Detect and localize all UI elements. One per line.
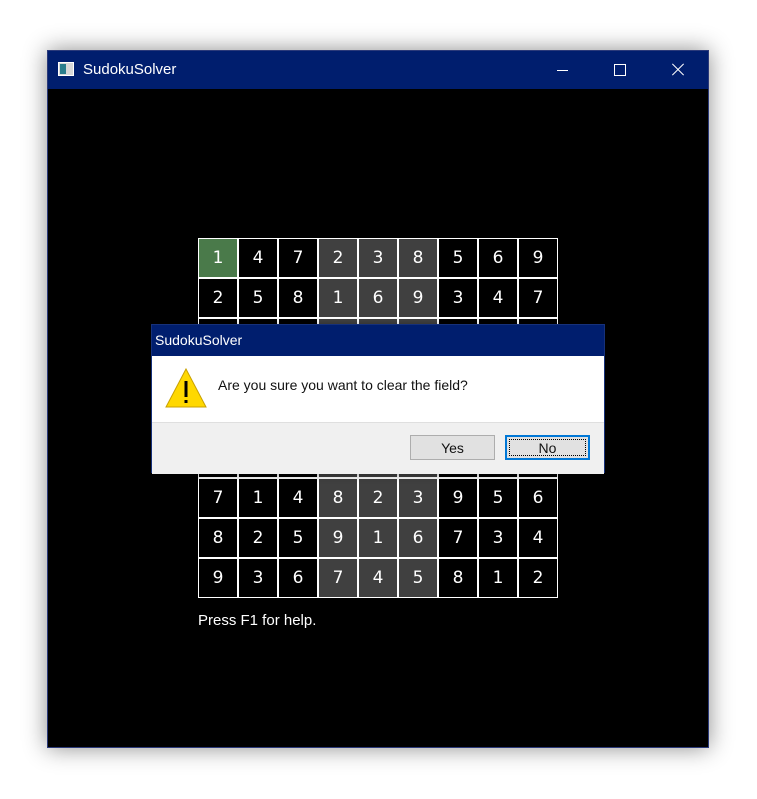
sudoku-cell-r1-c2[interactable]: 4 [238,238,278,278]
sudoku-cell-r2-c6[interactable]: 9 [398,278,438,318]
maximize-button[interactable] [597,51,643,89]
sudoku-cell-r1-c8[interactable]: 6 [478,238,518,278]
yes-button[interactable]: Yes [410,435,495,460]
sudoku-cell-r7-c3[interactable]: 4 [278,478,318,518]
sudoku-cell-r8-c8[interactable]: 3 [478,518,518,558]
sudoku-cell-r7-c7[interactable]: 9 [438,478,478,518]
sudoku-cell-r2-c2[interactable]: 5 [238,278,278,318]
sudoku-cell-r1-c5[interactable]: 3 [358,238,398,278]
sudoku-cell-r7-c2[interactable]: 1 [238,478,278,518]
close-button[interactable] [655,51,701,89]
sudoku-cell-r8-c3[interactable]: 5 [278,518,318,558]
sudoku-cell-r9-c3[interactable]: 6 [278,558,318,598]
confirm-dialog: SudokuSolver Are you sure you want to cl… [151,324,605,474]
sudoku-cell-r2-c8[interactable]: 4 [478,278,518,318]
minimize-button[interactable] [539,51,585,89]
sudoku-cell-r7-c4[interactable]: 8 [318,478,358,518]
app-icon [58,62,74,76]
sudoku-cell-r9-c8[interactable]: 1 [478,558,518,598]
sudoku-cell-r2-c7[interactable]: 3 [438,278,478,318]
sudoku-cell-r2-c9[interactable]: 7 [518,278,558,318]
sudoku-cell-r2-c5[interactable]: 6 [358,278,398,318]
close-icon [672,64,684,76]
sudoku-cell-r8-c6[interactable]: 6 [398,518,438,558]
sudoku-cell-r1-c9[interactable]: 9 [518,238,558,278]
sudoku-cell-r7-c1[interactable]: 7 [198,478,238,518]
focus-rect [509,439,586,456]
window-title: SudokuSolver [83,61,177,78]
sudoku-cell-r2-c3[interactable]: 8 [278,278,318,318]
sudoku-cell-r9-c9[interactable]: 2 [518,558,558,598]
warning-icon [165,367,207,408]
maximize-icon [614,64,626,76]
sudoku-cell-r1-c3[interactable]: 7 [278,238,318,278]
sudoku-cell-r2-c1[interactable]: 2 [198,278,238,318]
dialog-title: SudokuSolver [155,332,243,348]
sudoku-cell-r2-c4[interactable]: 1 [318,278,358,318]
sudoku-cell-r8-c5[interactable]: 1 [358,518,398,558]
sudoku-cell-r9-c7[interactable]: 8 [438,558,478,598]
sudoku-cell-r8-c9[interactable]: 4 [518,518,558,558]
sudoku-cell-r1-c1[interactable]: 1 [198,238,238,278]
help-text: Press F1 for help. [198,612,317,629]
dialog-button-bar: Yes No [152,422,604,474]
sudoku-cell-r9-c4[interactable]: 7 [318,558,358,598]
dialog-title-bar[interactable]: SudokuSolver [152,325,604,356]
sudoku-cell-r1-c4[interactable]: 2 [318,238,358,278]
no-button[interactable]: No [505,435,590,460]
sudoku-cell-r7-c9[interactable]: 6 [518,478,558,518]
sudoku-cell-r8-c2[interactable]: 2 [238,518,278,558]
sudoku-cell-r1-c7[interactable]: 5 [438,238,478,278]
title-bar[interactable]: SudokuSolver [48,51,708,89]
sudoku-cell-r1-c6[interactable]: 8 [398,238,438,278]
minimize-icon [556,69,568,71]
sudoku-cell-r8-c1[interactable]: 8 [198,518,238,558]
sudoku-cell-r9-c1[interactable]: 9 [198,558,238,598]
sudoku-cell-r7-c5[interactable]: 2 [358,478,398,518]
sudoku-cell-r8-c4[interactable]: 9 [318,518,358,558]
sudoku-cell-r7-c6[interactable]: 3 [398,478,438,518]
sudoku-cell-r9-c5[interactable]: 4 [358,558,398,598]
sudoku-cell-r9-c2[interactable]: 3 [238,558,278,598]
sudoku-cell-r9-c6[interactable]: 5 [398,558,438,598]
dialog-message: Are you sure you want to clear the field… [218,377,468,393]
sudoku-cell-r7-c8[interactable]: 5 [478,478,518,518]
sudoku-cell-r8-c7[interactable]: 7 [438,518,478,558]
